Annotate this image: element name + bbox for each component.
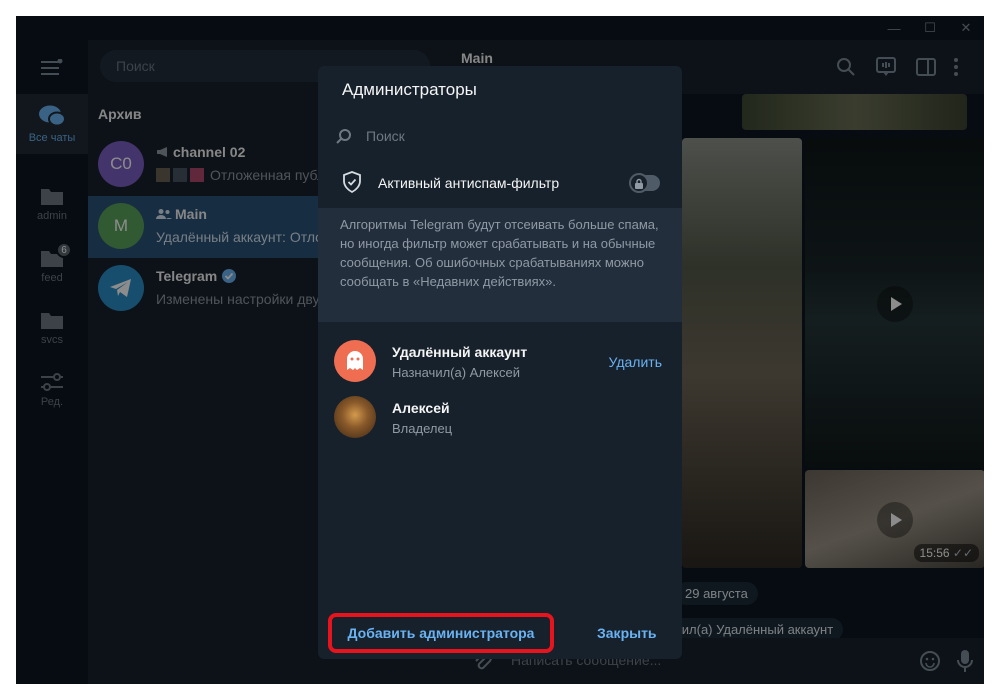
antispam-toggle[interactable]: [629, 173, 660, 193]
ghost-icon: [347, 351, 363, 370]
admin-role: Назначил(а) Алексей: [392, 365, 520, 380]
admin-role: Владелец: [392, 421, 453, 436]
toggle-knob: [629, 173, 649, 193]
antispam-label: Активный антиспам-фильтр: [378, 175, 560, 191]
add-admin-button[interactable]: Добавить администратора: [328, 613, 554, 653]
dialog-title: Администраторы: [342, 80, 477, 99]
search-icon: [336, 129, 351, 144]
admin-name: Алексей: [392, 400, 450, 416]
administrators-dialog: Администраторы Поиск Активный антиспам-ф…: [318, 66, 682, 659]
lock-icon: [635, 178, 643, 189]
search-placeholder: Поиск: [366, 128, 405, 144]
admin-row[interactable]: Алексей Владелец: [318, 390, 682, 446]
deleted-account-avatar: [334, 340, 376, 382]
close-dialog-button[interactable]: Закрыть: [597, 625, 657, 641]
add-admin-label: Добавить администратора: [347, 625, 535, 641]
admin-row[interactable]: Удалённый аккаунт Назначил(а) Алексей Уд…: [318, 334, 682, 390]
shield-check-icon: [343, 171, 361, 193]
avatar: [334, 396, 376, 438]
telegram-window: — ☐ ✕ Все чаты admin 6 feed svcs Ред. По…: [16, 16, 984, 684]
admin-name: Удалённый аккаунт: [392, 344, 528, 360]
admin-search-input[interactable]: Поиск: [336, 120, 666, 152]
remove-admin-button[interactable]: Удалить: [609, 354, 662, 370]
antispam-row[interactable]: Активный антиспам-фильтр: [318, 158, 682, 208]
antispam-info-text: Алгоритмы Telegram будут отсеивать больш…: [318, 208, 682, 322]
